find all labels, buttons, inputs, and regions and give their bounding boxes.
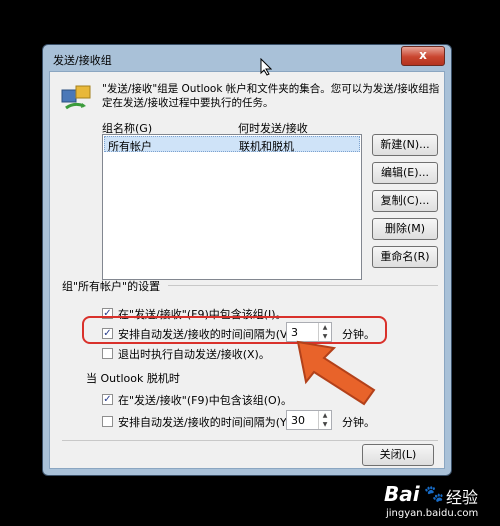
offline-minutes-label: 分钟。 [342, 416, 375, 429]
watermark-brand: Bai [384, 482, 420, 506]
offline-auto-label: 安排自动发送/接收的时间间隔为(Y) [118, 416, 292, 429]
offline-include-label: 在"发送/接收"(F9)中包含该组(O)。 [118, 394, 292, 407]
mouse-cursor-icon [260, 57, 273, 76]
list-item-when: 联机和脱机 [239, 140, 294, 153]
dialog-client: "发送/接收"组是 Outlook 帐户和文件夹的集合。您可以为发送/接收组指定… [49, 71, 445, 469]
watermark: Bai 🐾 经验 jingyan.baidu.com [380, 480, 498, 524]
description-text: "发送/接收"组是 Outlook 帐户和文件夹的集合。您可以为发送/接收组指定… [102, 83, 440, 109]
section-divider [168, 285, 438, 286]
offline-header: 当 Outlook 脱机时 [86, 372, 180, 385]
offline-auto-checkbox[interactable] [102, 416, 113, 427]
window-title: 发送/接收组 [53, 54, 112, 67]
watermark-brand2: 经验 [446, 488, 479, 507]
offline-stepper-up-icon[interactable]: ▲ [318, 411, 331, 420]
paw-icon: 🐾 [424, 484, 444, 503]
exit-send-receive-label: 退出时执行自动发送/接收(X)。 [118, 348, 270, 361]
offline-include-checkbox[interactable]: ✓ [102, 394, 113, 405]
rename-button[interactable]: 重命名(R) [372, 246, 438, 268]
send-receive-icon [60, 82, 94, 112]
footer-divider [62, 440, 438, 441]
offline-interval-value: 30 [291, 414, 305, 427]
annotation-arrow-icon [290, 336, 380, 408]
new-button[interactable]: 新建(N)... [372, 134, 438, 156]
watermark-url: jingyan.baidu.com [386, 508, 479, 519]
edit-button[interactable]: 编辑(E)... [372, 162, 438, 184]
offline-interval-stepper[interactable]: 30 ▲ ▼ [286, 410, 332, 430]
offline-stepper-down-icon[interactable]: ▼ [318, 420, 331, 429]
title-bar[interactable]: 发送/接收组 x [43, 45, 451, 71]
group-list[interactable]: 所有帐户 联机和脱机 [102, 134, 362, 280]
list-item[interactable]: 所有帐户 联机和脱机 [104, 136, 360, 153]
group-settings-header: 组"所有帐户"的设置 [62, 280, 161, 293]
close-window-button[interactable]: x [401, 46, 445, 66]
list-item-name: 所有帐户 [108, 140, 152, 153]
dialog-window: 发送/接收组 x "发送/接收"组是 Outlook 帐户和文件夹的集合。您可以… [42, 44, 452, 476]
copy-button[interactable]: 复制(C)... [372, 190, 438, 212]
close-button[interactable]: 关闭(L) [362, 444, 434, 466]
delete-button[interactable]: 删除(M) [372, 218, 438, 240]
exit-send-receive-checkbox[interactable] [102, 348, 113, 359]
